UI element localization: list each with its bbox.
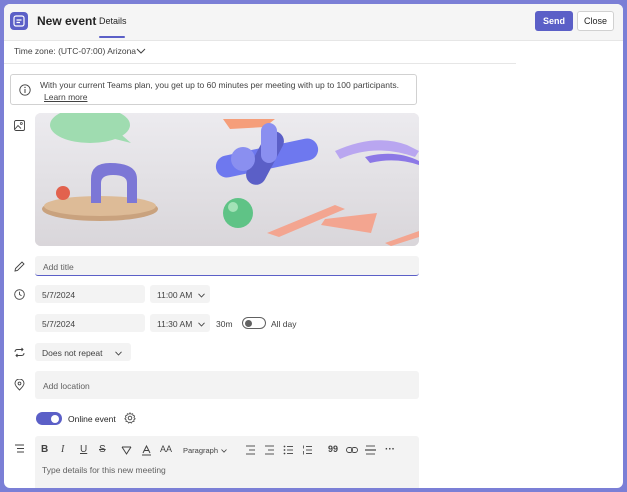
details-editor[interactable] xyxy=(35,436,419,488)
toggle-knob xyxy=(51,414,59,423)
event-banner-image[interactable] xyxy=(35,113,419,246)
outdent-icon[interactable] xyxy=(245,445,256,455)
duration-label: 30m xyxy=(216,319,233,329)
image-icon[interactable] xyxy=(14,120,25,131)
more-options-button[interactable]: ··· xyxy=(385,444,395,455)
link-icon[interactable] xyxy=(346,446,358,454)
details-placeholder: Type details for this new meeting xyxy=(42,465,166,475)
location-input[interactable]: Add location xyxy=(35,371,419,399)
online-event-toggle[interactable] xyxy=(36,412,62,425)
settings-icon[interactable] xyxy=(124,412,136,424)
close-button[interactable]: Close xyxy=(577,11,614,31)
clock-icon xyxy=(14,289,25,300)
divider xyxy=(4,63,516,64)
repeat-value: Does not repeat xyxy=(42,348,103,358)
bold-button[interactable]: B xyxy=(41,444,48,455)
font-size-button[interactable]: AA xyxy=(160,444,172,454)
calendar-icon xyxy=(10,12,28,30)
tab-details[interactable]: Details xyxy=(99,16,127,26)
pencil-icon xyxy=(14,261,25,272)
chevron-down-icon xyxy=(115,351,122,356)
chevron-down-icon xyxy=(197,293,205,298)
repeat-icon xyxy=(14,347,25,358)
indent-icon[interactable] xyxy=(264,445,275,455)
end-time-select[interactable]: 11:30 AM xyxy=(150,314,210,332)
chevron-down-icon xyxy=(197,322,205,327)
all-day-label: All day xyxy=(271,319,297,329)
start-time-select[interactable]: 11:00 AM xyxy=(150,285,210,303)
start-date-input[interactable]: 5/7/2024 xyxy=(35,285,145,303)
end-time-value: 11:30 AM xyxy=(157,319,193,329)
end-date-input[interactable]: 5/7/2024 xyxy=(35,314,145,332)
paragraph-label: Paragraph xyxy=(183,446,219,455)
info-icon xyxy=(19,84,31,96)
bullet-list-icon[interactable] xyxy=(283,445,294,455)
underline-button[interactable]: U xyxy=(80,444,87,455)
location-icon xyxy=(14,379,25,391)
horizontal-rule-icon[interactable] xyxy=(365,445,376,455)
chevron-down-icon[interactable] xyxy=(136,48,146,54)
send-button[interactable]: Send xyxy=(535,11,573,31)
tab-indicator xyxy=(99,36,125,38)
timezone-selector[interactable]: Time zone: (UTC-07:00) Arizona xyxy=(14,46,136,56)
numbered-list-icon[interactable] xyxy=(302,445,313,455)
strikethrough-button[interactable]: S xyxy=(99,444,106,455)
plan-info-banner: With your current Teams plan, you get up… xyxy=(10,74,417,105)
page-title: New event xyxy=(37,14,97,28)
start-time-value: 11:00 AM xyxy=(157,290,193,300)
paragraph-select[interactable]: Paragraph xyxy=(183,446,227,455)
chevron-down-icon xyxy=(221,449,227,453)
header: New event Details Send Close xyxy=(4,4,623,41)
repeat-select[interactable]: Does not repeat xyxy=(35,343,131,361)
quote-button[interactable]: 99 xyxy=(328,444,338,454)
title-input[interactable]: Add title xyxy=(35,256,419,276)
online-event-label: Online event xyxy=(68,414,116,424)
font-color-icon[interactable] xyxy=(141,445,152,456)
all-day-toggle[interactable] xyxy=(242,317,266,329)
list-icon xyxy=(15,444,24,453)
highlight-icon[interactable] xyxy=(121,445,132,456)
info-text: With your current Teams plan, you get up… xyxy=(40,80,399,90)
window: New event Details Send Close Time zone: … xyxy=(4,4,623,488)
italic-button[interactable]: I xyxy=(61,444,64,455)
toggle-knob xyxy=(245,319,252,327)
learn-more-link[interactable]: Learn more xyxy=(44,92,87,102)
